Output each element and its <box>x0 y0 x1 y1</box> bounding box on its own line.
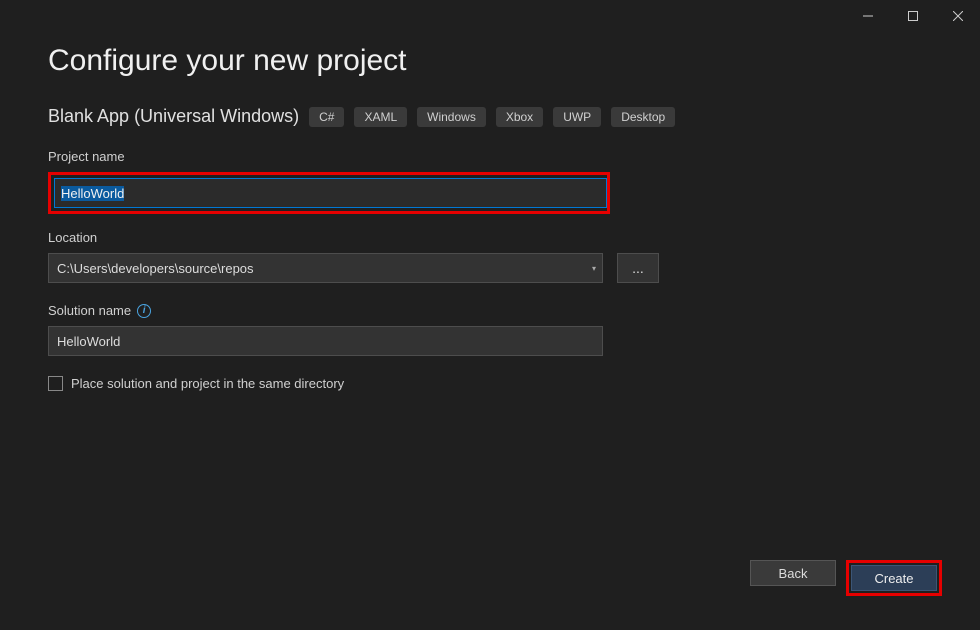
tag-desktop: Desktop <box>611 107 675 127</box>
location-dropdown[interactable]: C:\Users\developers\source\repos ▾ <box>48 253 603 283</box>
checkbox-icon[interactable] <box>48 376 63 391</box>
tag-xbox: Xbox <box>496 107 543 127</box>
close-button[interactable] <box>935 0 980 32</box>
create-button[interactable]: Create <box>851 565 937 591</box>
tag-csharp: C# <box>309 107 344 127</box>
template-name: Blank App (Universal Windows) <box>48 106 299 127</box>
solution-name-label: Solution name i <box>48 303 932 318</box>
maximize-button[interactable] <box>890 0 935 32</box>
tag-windows: Windows <box>417 107 486 127</box>
footer-buttons: Back Create <box>750 560 942 596</box>
tag-xaml: XAML <box>354 107 407 127</box>
minimize-button[interactable] <box>845 0 890 32</box>
solution-name-input[interactable]: HelloWorld <box>48 326 603 356</box>
location-label: Location <box>48 230 932 245</box>
same-directory-label: Place solution and project in the same d… <box>71 376 344 391</box>
template-row: Blank App (Universal Windows) C# XAML Wi… <box>48 106 932 127</box>
info-icon[interactable]: i <box>137 304 151 318</box>
tag-uwp: UWP <box>553 107 601 127</box>
chevron-down-icon: ▾ <box>592 264 596 273</box>
page-title: Configure your new project <box>48 44 932 78</box>
create-highlight: Create <box>846 560 942 596</box>
same-directory-option[interactable]: Place solution and project in the same d… <box>48 376 932 391</box>
browse-button[interactable]: ... <box>617 253 659 283</box>
project-name-highlight: HelloWorld <box>48 172 610 214</box>
location-value: C:\Users\developers\source\repos <box>57 261 254 276</box>
project-name-input[interactable]: HelloWorld <box>54 178 607 208</box>
project-name-label: Project name <box>48 149 932 164</box>
window-controls <box>845 0 980 32</box>
back-button[interactable]: Back <box>750 560 836 586</box>
